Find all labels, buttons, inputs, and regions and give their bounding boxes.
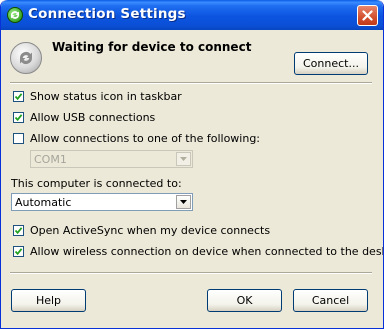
window-title: Connection Settings [28,6,186,22]
connection-status-text: Waiting for device to connect [52,40,252,54]
port-select[interactable]: COM1 [30,150,193,168]
connected-to-dropdown-button[interactable] [176,195,191,209]
close-icon [362,10,373,21]
activesync-icon [7,7,23,23]
cancel-button-label: Cancel [311,294,350,307]
open-activesync-label[interactable]: Open ActiveSync when my device connects [30,224,270,237]
allow-wireless-label[interactable]: Allow wireless connection on device when… [30,245,383,258]
chevron-down-icon [180,200,187,204]
allow-wireless-checkbox[interactable] [13,246,24,257]
connection-settings-dialog: Connection Settings Waiting for device t… [0,0,384,329]
title-bar[interactable]: Connection Settings [1,0,383,30]
chevron-down-icon [180,157,187,161]
port-select-value: COM1 [34,153,67,166]
connect-button-label: Connect... [303,57,359,70]
connect-button[interactable]: Connect... [294,52,368,75]
checkmark-icon [14,227,23,235]
help-button[interactable]: Help [11,289,86,312]
allow-connections-label[interactable]: Allow connections to one of the followin… [30,132,260,145]
allow-connections-checkbox[interactable] [13,133,24,144]
dialog-content: Waiting for device to connect Connect...… [1,30,383,328]
close-button[interactable] [357,5,378,26]
ok-button[interactable]: OK [207,289,282,312]
divider-bottom [10,272,372,274]
checkmark-icon [14,114,23,122]
help-button-label: Help [35,294,62,307]
sync-arrows-icon [10,42,42,74]
connected-to-select[interactable]: Automatic [11,193,193,211]
connected-to-select-value: Automatic [15,196,72,209]
show-status-icon-checkbox[interactable] [13,91,24,102]
ok-button-label: OK [236,294,253,307]
cancel-button[interactable]: Cancel [293,289,368,312]
connected-to-label: This computer is connected to: [11,177,182,190]
show-status-icon-label[interactable]: Show status icon in taskbar [30,90,182,103]
open-activesync-checkbox[interactable] [13,225,24,236]
allow-usb-label[interactable]: Allow USB connections [30,111,155,124]
allow-usb-checkbox[interactable] [13,112,24,123]
checkmark-icon [14,93,23,101]
divider-top [10,82,372,84]
checkmark-icon [14,248,23,256]
port-select-dropdown-button[interactable] [176,152,191,166]
